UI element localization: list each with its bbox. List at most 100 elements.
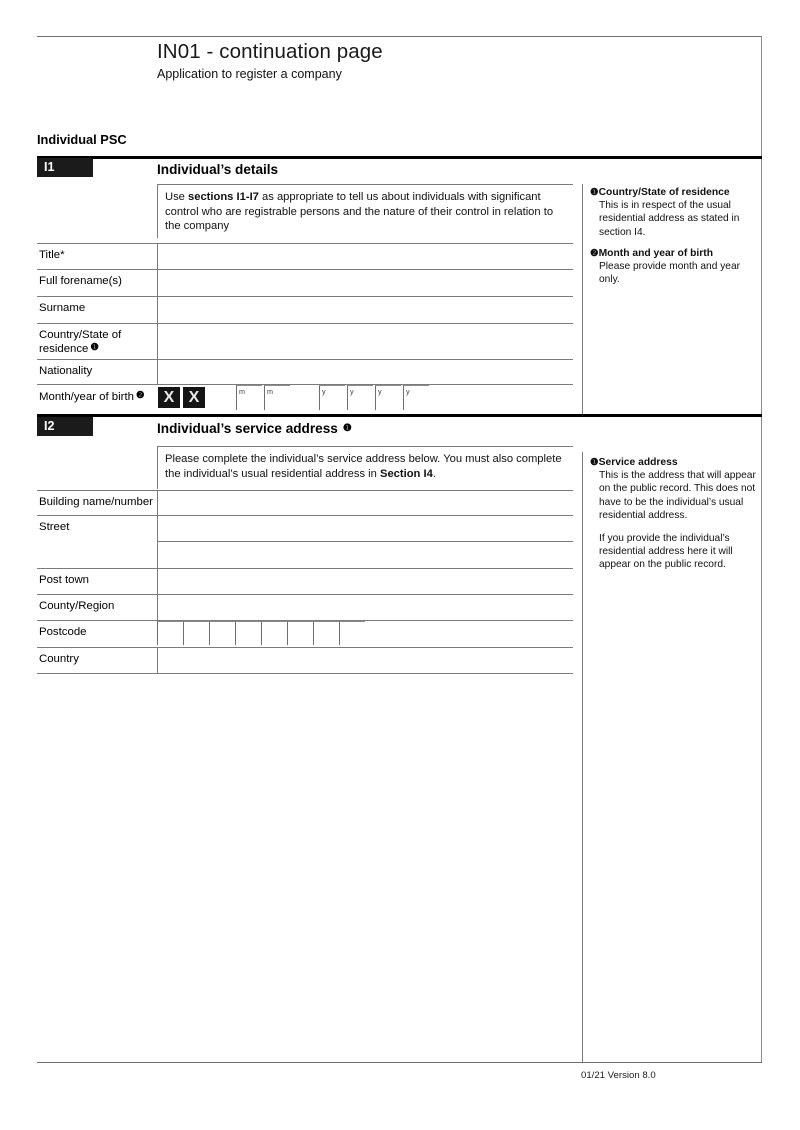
dob-redaction-box-1: X <box>158 387 180 408</box>
field-input-post-town[interactable] <box>157 569 573 594</box>
dob-month-cell-2[interactable]: m <box>264 385 290 410</box>
section-i2-rule <box>37 414 762 417</box>
field-label-street: Street <box>39 521 70 533</box>
sidebar-note-i2-title-text: Service address <box>598 457 678 468</box>
dob-redaction-box-2: X <box>183 387 205 408</box>
field-label-month-year-of-birth: Month/year of birth ❷ <box>39 390 144 404</box>
dob-year-cell-1[interactable]: y <box>319 385 345 410</box>
field-row-street-line2 <box>37 541 573 568</box>
note-ref-icon-3: ❶ <box>342 423 352 434</box>
field-input-country-of-residence[interactable] <box>157 324 573 359</box>
section-i2-title-text: Individual’s service address <box>157 421 338 436</box>
sidebar-note-i1-body-2: Please provide month and year only. <box>599 261 741 286</box>
field-label-country-of-residence: Country/State of residence ❶ <box>37 324 157 357</box>
dob-year-hint-2: y <box>350 387 354 396</box>
note-ref-icon-1: ❶ <box>90 341 99 353</box>
note-marker-icon-2: ❷ <box>590 247 599 259</box>
dob-year-hint-1: y <box>322 387 326 396</box>
field-input-street-line2[interactable] <box>157 541 573 568</box>
field-input-title[interactable] <box>157 244 573 269</box>
field-label-forenames: Full forename(s) <box>39 275 122 287</box>
field-input-forenames[interactable] <box>157 270 573 296</box>
field-row-street: Street <box>37 515 573 541</box>
i2-instruction-prefix: Please complete the individual’s service… <box>165 453 562 480</box>
postcode-cell-3[interactable] <box>209 621 235 645</box>
page-frame-right-border <box>761 36 762 1063</box>
section-i2-tab: I2 <box>37 417 93 436</box>
sidebar-divider-i2 <box>582 452 583 1063</box>
sidebar-note-i1-body-1: This is in respect of the usual resident… <box>599 200 740 238</box>
sidebar-note-i2-body-2: If you provide the individual’s resident… <box>599 533 733 571</box>
note-marker-icon-1: ❶ <box>590 187 599 198</box>
field-input-building-name-number[interactable] <box>157 491 573 515</box>
sidebar-note-i1-title-2: ❷Month and year of birth <box>590 247 758 260</box>
field-row-building-name-number: Building name/number <box>37 490 573 515</box>
dob-year-cell-4[interactable]: y <box>403 385 429 410</box>
page-subtitle: Application to register a company <box>157 66 342 81</box>
dob-year-hint-4: y <box>406 387 410 396</box>
sidebar-note-i1-title-2-text: Month and year of birth <box>598 247 714 259</box>
field-row-postcode: Postcode <box>37 620 573 647</box>
postcode-cell-7[interactable] <box>313 621 339 645</box>
field-input-county-region[interactable] <box>157 595 573 620</box>
section-i2-instruction: Please complete the individual’s service… <box>157 446 573 489</box>
field-label-street-line2 <box>37 541 157 545</box>
field-input-surname[interactable] <box>157 297 573 323</box>
document-header: IN01 - continuation page Application to … <box>157 40 587 81</box>
field-input-nationality[interactable] <box>157 360 573 384</box>
field-row-country-of-residence: Country/State of residence ❶ <box>37 323 573 359</box>
field-input-street[interactable] <box>157 516 573 541</box>
page-frame-top-border <box>37 36 762 37</box>
page-frame-bottom-border <box>37 1062 762 1063</box>
section-group-heading: Individual PSC <box>37 132 127 147</box>
note-ref-icon-2: ❷ <box>135 389 145 400</box>
field-label-county-region: County/Region <box>39 600 115 612</box>
sidebar-note-i2: ❶Service address This is the address tha… <box>590 456 758 572</box>
postcode-cell-1[interactable] <box>157 621 183 645</box>
field-row-forenames: Full forename(s) <box>37 269 573 296</box>
section-i1-instruction: Use sections I1-I7 as appropriate to tel… <box>157 184 573 238</box>
form-page: IN01 - continuation page Application to … <box>0 0 800 1130</box>
field-row-month-year-of-birth: Month/year of birth ❷ X X m m y y y y <box>37 384 573 410</box>
postcode-cell-4[interactable] <box>235 621 261 645</box>
note-marker-icon-3: ❶ <box>590 457 599 468</box>
dob-month-cell-1[interactable]: m <box>236 385 262 410</box>
field-row-nationality: Nationality <box>37 359 573 384</box>
dob-year-hint-3: y <box>378 387 382 396</box>
i1-instruction-bold: sections I1-I7 <box>188 191 259 203</box>
postcode-boxes <box>157 621 573 647</box>
sidebar-note-i1-title-1-text: Country/State of residence <box>598 187 730 198</box>
field-row-post-town: Post town <box>37 568 573 594</box>
address-block-bottom-rule <box>37 673 573 674</box>
section-i2-title: Individual’s service address ❶ <box>157 421 352 436</box>
dob-month-hint-2: m <box>267 387 273 396</box>
field-label-country: Country <box>39 653 79 665</box>
dob-year-cell-2[interactable]: y <box>347 385 373 410</box>
postcode-cell-8[interactable] <box>339 621 365 645</box>
sidebar-note-i2-title: ❶Service address <box>590 456 758 469</box>
sidebar-note-i1: ❶Country/State of residence This is in r… <box>590 186 758 286</box>
field-row-surname: Surname <box>37 296 573 323</box>
dob-year-cell-3[interactable]: y <box>375 385 401 410</box>
page-title: IN01 - continuation page <box>157 40 383 63</box>
field-label-building-name-number: Building name/number <box>39 496 153 508</box>
field-row-county-region: County/Region <box>37 594 573 620</box>
dob-month-hint-1: m <box>239 387 245 396</box>
sidebar-note-i1-title-1: ❶Country/State of residence <box>590 186 758 199</box>
postcode-cell-6[interactable] <box>287 621 313 645</box>
section-i1-rule <box>37 156 762 159</box>
field-label-nationality: Nationality <box>39 365 93 377</box>
i2-instruction-bold: Section I4 <box>379 467 433 480</box>
sidebar-note-i2-body-1: This is the address that will appear on … <box>599 470 756 521</box>
section-i1-title: Individual’s details <box>157 162 279 177</box>
field-label-title: Title* <box>39 249 65 261</box>
field-row-title: Title* <box>37 243 573 269</box>
field-label-postcode: Postcode <box>39 626 87 638</box>
field-row-country: Country <box>37 647 573 673</box>
field-label-surname: Surname <box>39 302 86 314</box>
postcode-cell-5[interactable] <box>261 621 287 645</box>
i2-instruction-suffix: . <box>432 467 436 480</box>
sidebar-divider-i1 <box>582 184 583 414</box>
field-input-country[interactable] <box>157 648 573 673</box>
postcode-cell-2[interactable] <box>183 621 209 645</box>
